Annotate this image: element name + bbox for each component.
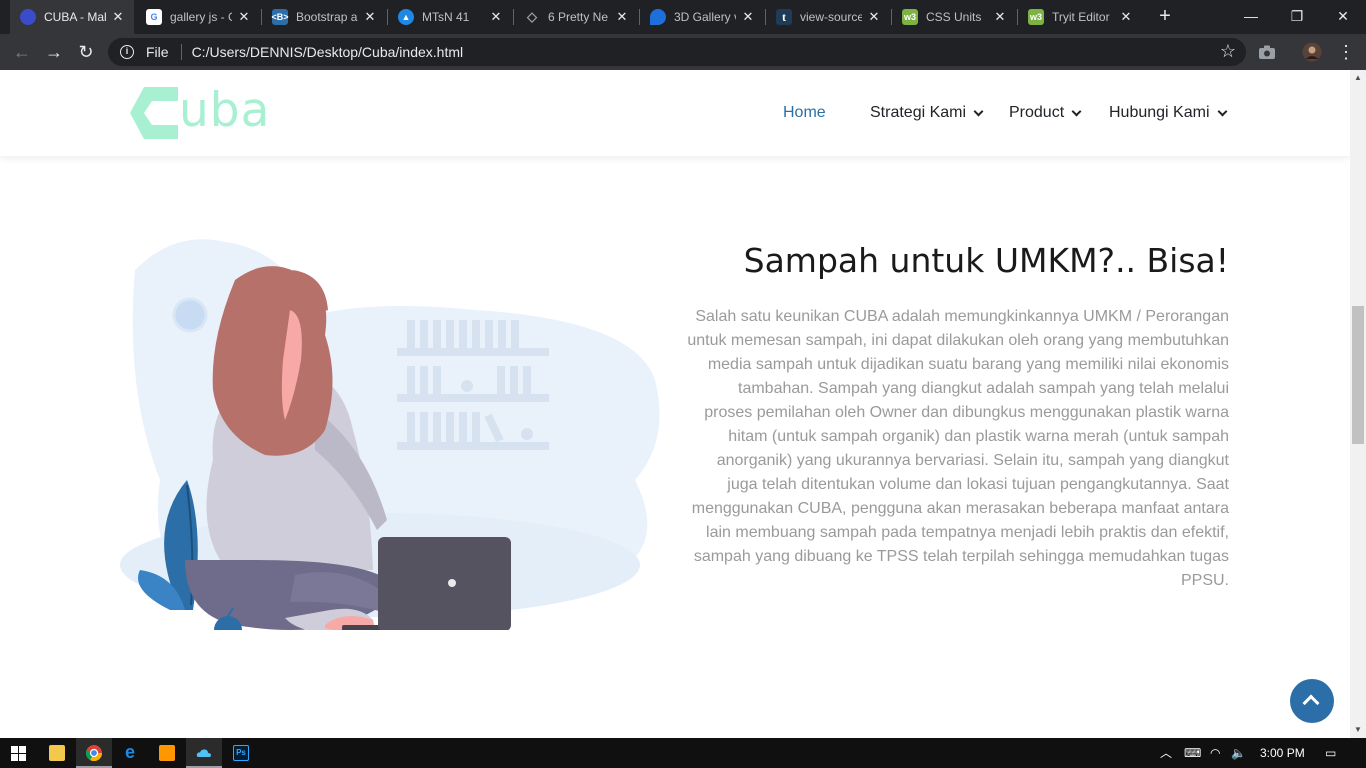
close-icon[interactable]: ✕ [866, 9, 882, 25]
edge-icon: e [124, 742, 135, 762]
tab-cuba[interactable]: CUBA - Mal ✕ [10, 0, 134, 34]
file-explorer-app[interactable] [39, 738, 75, 768]
tab-title: 6 Pretty Ne [548, 10, 609, 24]
reload-icon[interactable]: ↻ [74, 40, 98, 64]
codepen-favicon-icon: ◇ [527, 9, 537, 24]
chevron-down-icon [1217, 106, 1227, 116]
photoshop-app[interactable]: Ps [223, 738, 259, 768]
minimize-icon[interactable]: — [1228, 0, 1274, 34]
tab-title: CUBA - Mal [44, 10, 106, 24]
folder-icon [49, 745, 65, 761]
nav-product[interactable]: Product [1009, 102, 1082, 124]
tab-title: Tryit Editor [1052, 10, 1110, 24]
section-paragraph: Salah satu keunikan CUBA adalah memungki… [687, 308, 1229, 589]
nav-label: Hubungi Kami [1109, 104, 1210, 121]
action-center-icon[interactable]: ▭ [1325, 738, 1336, 768]
section-heading: Sampah untuk UMKM?.. Bisa! [743, 241, 1229, 280]
chrome-app[interactable] [76, 738, 112, 768]
close-icon[interactable]: ✕ [1118, 9, 1134, 25]
tab-tryit-editor[interactable]: w3 Tryit Editor ✕ [1018, 0, 1142, 34]
bookmark-star-icon[interactable]: ☆ [1220, 41, 1236, 62]
nav-hubungi-kami[interactable]: Hubungi Kami [1109, 102, 1227, 124]
close-icon[interactable]: ✕ [992, 9, 1008, 25]
close-icon[interactable]: ✕ [614, 9, 630, 25]
windows-taskbar: e Ps ︿ ⌨ ◠ 🔈 3:00 PM ▭ [0, 738, 1366, 768]
sublime-app[interactable] [149, 738, 185, 768]
close-icon[interactable]: ✕ [362, 9, 378, 25]
nav-label: Product [1009, 104, 1065, 121]
tab-3d-gallery[interactable]: 3D Gallery v ✕ [640, 0, 764, 34]
info-icon[interactable]: i [120, 45, 134, 59]
chevron-down-icon [1071, 106, 1082, 116]
page-viewport: uba Home Strategi Kami Product Hubungi K… [0, 70, 1350, 738]
menu-kebab-icon[interactable]: ⋮ [1334, 40, 1358, 64]
back-to-top-button[interactable] [1290, 679, 1334, 723]
close-icon[interactable]: ✕ [488, 9, 504, 25]
url-text[interactable]: C:/Users/DENNIS/Desktop/Cuba/index.html [192, 44, 464, 60]
tab-title: gallery js - G [170, 10, 232, 24]
address-bar[interactable]: i File C:/Users/DENNIS/Desktop/Cuba/inde… [108, 38, 1246, 66]
photoshop-icon: Ps [233, 745, 249, 761]
profile-avatar-icon[interactable] [1302, 42, 1322, 62]
tab-title: Bootstrap a [296, 10, 358, 24]
sublime-icon [159, 745, 175, 761]
browser-toolbar: ← → ↻ i File C:/Users/DENNIS/Desktop/Cub… [0, 34, 1366, 70]
clock-time[interactable]: 3:00 PM [1260, 738, 1305, 768]
tab-css-units[interactable]: w3 CSS Units ✕ [892, 0, 1016, 34]
tab-mtsn[interactable]: ▲ MTsN 41 ✕ [388, 0, 512, 34]
chevron-down-icon [973, 106, 984, 116]
tab-view-source[interactable]: t view-source ✕ [766, 0, 890, 34]
restore-icon[interactable]: ❐ [1274, 0, 1320, 34]
cuba-logo[interactable]: uba [130, 83, 275, 139]
close-icon[interactable]: ✕ [740, 9, 756, 25]
tab-title: view-source [800, 10, 862, 24]
tab-pretty[interactable]: ◇ 6 Pretty Ne ✕ [514, 0, 638, 34]
tab-bootstrap[interactable]: <B> Bootstrap a ✕ [262, 0, 386, 34]
t-favicon-icon: t [776, 9, 792, 25]
page-scrollbar[interactable]: ▲ ▼ [1350, 70, 1366, 738]
back-icon[interactable]: ← [10, 40, 34, 64]
browser-tab-strip: CUBA - Mal ✕ G gallery js - G ✕ <B> Boot… [0, 0, 1366, 34]
address-separator [180, 44, 182, 60]
tab-gallery-js[interactable]: G gallery js - G ✕ [136, 0, 260, 34]
window-close-icon[interactable]: ✕ [1320, 0, 1366, 34]
nav-label: Strategi Kami [870, 104, 967, 121]
onedrive-app[interactable] [186, 738, 222, 768]
edge-app[interactable]: e [112, 738, 148, 768]
chrome-icon [86, 745, 102, 761]
chevron-up-icon [1302, 694, 1320, 712]
site-header: uba Home Strategi Kami Product Hubungi K… [0, 70, 1350, 156]
tab-title: CSS Units [926, 10, 982, 24]
cuba-logo-mark-icon [130, 87, 178, 139]
tab-title: 3D Gallery v [674, 10, 736, 24]
cuba-favicon-icon [20, 9, 36, 25]
camera-icon[interactable] [1257, 42, 1277, 62]
forward-icon[interactable]: → [42, 40, 66, 64]
nav-label: Home [783, 104, 826, 121]
volume-icon[interactable]: 🔈 [1231, 738, 1246, 768]
scroll-up-icon[interactable]: ▲ [1350, 70, 1366, 86]
logo-text: uba [179, 83, 271, 138]
wifi-icon[interactable]: ◠ [1210, 738, 1220, 768]
w3-favicon-icon: w3 [902, 9, 918, 25]
input-indicator-icon[interactable]: ⌨ [1184, 738, 1201, 768]
new-tab-icon[interactable]: + [1155, 6, 1175, 27]
scroll-down-icon[interactable]: ▼ [1350, 722, 1366, 738]
windows-start-icon[interactable] [11, 746, 26, 761]
drop-favicon-icon [650, 9, 666, 25]
tab-title: MTsN 41 [422, 10, 470, 24]
nav-home[interactable]: Home [783, 102, 826, 124]
close-icon[interactable]: ✕ [110, 9, 126, 25]
w3-favicon-icon: w3 [1028, 9, 1044, 25]
cloud-icon [196, 749, 211, 757]
tray-chevron-up-icon[interactable]: ︿ [1160, 738, 1172, 768]
google-favicon-icon: G [146, 9, 162, 25]
scheme-label: File [146, 44, 169, 60]
close-icon[interactable]: ✕ [236, 9, 252, 25]
woman-laptop-illustration [120, 239, 660, 630]
nav-strategi-kami[interactable]: Strategi Kami [870, 102, 984, 124]
bootstrap-favicon-icon: <B> [272, 9, 289, 25]
school-favicon-icon: ▲ [398, 9, 414, 25]
scrollbar-thumb[interactable] [1352, 306, 1364, 444]
